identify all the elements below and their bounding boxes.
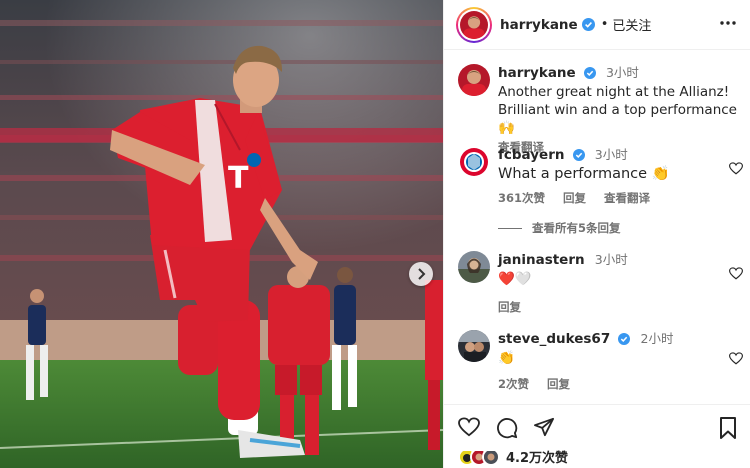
comment-item: steve_dukes67 2小时 👏 2次赞 回复 xyxy=(458,330,744,393)
save-button[interactable] xyxy=(719,417,737,443)
comment-likes[interactable]: 361次赞 xyxy=(498,191,545,205)
avatar-image xyxy=(458,330,490,362)
more-options-icon xyxy=(720,21,736,25)
caption-avatar[interactable] xyxy=(458,64,490,96)
comment-item: janinastern 3小时 ❤️🤍 回复 xyxy=(458,251,744,316)
bookmark-icon xyxy=(720,417,736,439)
reply-button[interactable]: 回复 xyxy=(498,300,521,314)
carousel-next-button[interactable] xyxy=(409,262,433,286)
commenter-avatar[interactable] xyxy=(458,251,490,283)
comment-username[interactable]: steve_dukes67 xyxy=(498,331,610,347)
separator-dot: • xyxy=(600,17,609,32)
author-username[interactable]: harrykane xyxy=(500,17,578,33)
view-all-replies[interactable]: 查看所有5条回复 xyxy=(498,220,621,236)
comment-text: 👏 xyxy=(498,350,515,366)
follow-state-button[interactable]: 已关注 xyxy=(612,15,651,34)
comment-like-button[interactable] xyxy=(728,160,744,179)
translate-link[interactable]: 查看翻译 xyxy=(604,191,650,205)
reply-button[interactable]: 回复 xyxy=(547,377,570,391)
share-icon xyxy=(534,417,554,437)
more-options-button[interactable] xyxy=(719,14,737,36)
verified-badge-icon xyxy=(583,67,596,79)
heart-icon xyxy=(728,162,744,175)
comment-like-button[interactable] xyxy=(728,350,744,369)
comment-likes[interactable]: 2次赞 xyxy=(498,377,529,391)
like-button[interactable] xyxy=(458,417,480,441)
avatar-image xyxy=(458,64,490,96)
photo-illustration: T xyxy=(0,0,443,468)
jersey-sponsor-mark: T xyxy=(228,161,249,196)
heart-icon xyxy=(458,417,480,437)
verified-badge-icon xyxy=(618,333,631,345)
comment-like-button[interactable] xyxy=(728,265,744,284)
comment-item: fcbayern 3小时 What a performance 👏 361次赞 … xyxy=(458,146,744,207)
reply-button[interactable]: 回复 xyxy=(563,191,586,205)
caption-username[interactable]: harrykane xyxy=(498,65,576,81)
post-caption: harrykane 3小时 Another great night at the… xyxy=(458,64,743,156)
liker-avatar xyxy=(482,447,500,466)
heart-icon xyxy=(728,267,744,280)
chevron-right-icon xyxy=(418,268,426,280)
likes-count: 4.2万次赞 xyxy=(506,451,569,466)
verified-badge-icon xyxy=(581,18,595,31)
post-photo[interactable]: T xyxy=(0,0,443,468)
comment-time: 2小时 xyxy=(640,331,674,346)
comment-username[interactable]: fcbayern xyxy=(498,147,564,163)
avatar-image xyxy=(458,251,490,283)
post-header: harrykane • 已关注 xyxy=(444,0,750,50)
caption-time: 3小时 xyxy=(605,65,639,80)
comment-text: What a performance 👏 xyxy=(498,166,670,182)
post-side-panel: harrykane • 已关注 harrykane 3小时 Another gr… xyxy=(443,0,750,468)
comment-text: ❤️🤍 xyxy=(498,271,532,287)
comment-username[interactable]: janinastern xyxy=(498,252,585,268)
liker-avatar-image xyxy=(484,450,498,464)
caption-line-2: Brilliant win and a top performance 🙌 xyxy=(498,102,737,136)
verified-badge-icon xyxy=(572,149,585,161)
view-all-replies-label: 查看所有5条回复 xyxy=(532,221,621,235)
post-actions: 4.2万次赞 xyxy=(444,404,750,468)
author-avatar[interactable] xyxy=(456,6,492,43)
comment-time: 3小时 xyxy=(594,147,628,162)
comment-button[interactable] xyxy=(496,417,518,443)
comment-icon xyxy=(497,418,518,439)
caption-line-1: Another great night at the Allianz! xyxy=(498,84,730,100)
commenter-avatar[interactable] xyxy=(458,330,490,362)
commenter-avatar[interactable] xyxy=(458,146,490,178)
share-button[interactable] xyxy=(533,417,555,441)
fcbayern-logo-avatar xyxy=(458,146,490,178)
likes-summary[interactable]: 4.2万次赞 xyxy=(458,447,568,466)
comment-time: 3小时 xyxy=(594,252,628,267)
heart-icon xyxy=(728,352,744,365)
avatar-image xyxy=(460,10,488,39)
divider-line xyxy=(498,227,522,229)
